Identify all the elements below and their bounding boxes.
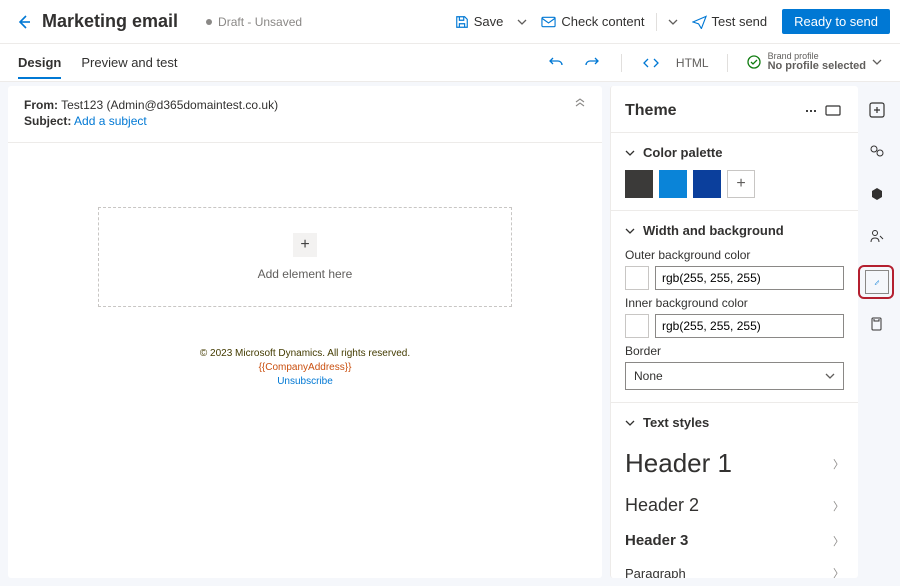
text-styles-label: Text styles xyxy=(643,415,709,430)
page-title: Marketing email xyxy=(42,11,178,32)
send-icon xyxy=(692,15,707,29)
color-swatch-3[interactable] xyxy=(693,170,721,198)
separator xyxy=(727,54,728,72)
panel-more-button[interactable] xyxy=(800,100,822,122)
text-style-paragraph[interactable]: Paragraph 〉 xyxy=(625,557,844,578)
mail-check-icon xyxy=(541,15,556,29)
rail-assets[interactable] xyxy=(865,312,889,336)
rail-personalize[interactable] xyxy=(865,224,889,248)
check-label: Check content xyxy=(561,14,644,29)
plus-icon: + xyxy=(293,233,317,257)
test-label: Test send xyxy=(712,14,768,29)
draft-status: Draft - Unsaved xyxy=(206,15,302,29)
color-swatch-2[interactable] xyxy=(659,170,687,198)
h1-sample: Header 1 xyxy=(625,448,732,479)
separator xyxy=(621,54,622,72)
chevron-down-icon xyxy=(825,371,835,381)
subject-link[interactable]: Add a subject xyxy=(74,114,147,128)
footer-unsubscribe-link[interactable]: Unsubscribe xyxy=(98,375,512,389)
chevron-down-icon xyxy=(872,57,882,67)
chevron-down-icon xyxy=(517,17,527,27)
check-dropdown[interactable] xyxy=(661,13,685,31)
border-label: Border xyxy=(625,344,844,358)
mail-header: From: Test123 (Admin@d365domaintest.co.u… xyxy=(8,86,602,143)
color-swatch-1[interactable] xyxy=(625,170,653,198)
footer-copyright: © 2023 Microsoft Dynamics. All rights re… xyxy=(98,347,512,361)
back-button[interactable] xyxy=(10,14,38,30)
html-toggle[interactable]: HTML xyxy=(676,56,709,70)
panel-screen-button[interactable] xyxy=(822,100,844,122)
status-dot xyxy=(206,19,212,25)
section-text-styles[interactable]: Text styles xyxy=(625,415,844,430)
undo-button[interactable] xyxy=(545,52,567,74)
width-bg-label: Width and background xyxy=(643,223,784,238)
text-style-h3[interactable]: Header 3 〉 xyxy=(625,524,844,557)
section-width-background[interactable]: Width and background xyxy=(625,223,844,238)
text-style-h2[interactable]: Header 2 〉 xyxy=(625,487,844,524)
outer-bg-input[interactable] xyxy=(655,266,844,290)
inner-bg-preview[interactable] xyxy=(625,314,649,338)
add-element-dropzone[interactable]: + Add element here xyxy=(98,207,512,307)
panel-title: Theme xyxy=(625,102,800,120)
save-icon xyxy=(455,15,469,29)
footer-address-token: {{CompanyAddress}} xyxy=(98,361,512,375)
chevron-right-icon: 〉 xyxy=(833,456,844,472)
save-label: Save xyxy=(474,14,504,29)
separator xyxy=(656,13,657,31)
border-value: None xyxy=(634,369,663,383)
chevron-down-icon xyxy=(625,418,635,428)
chevron-right-icon: 〉 xyxy=(833,533,844,549)
border-select[interactable]: None xyxy=(625,362,844,390)
inner-bg-label: Inner background color xyxy=(625,296,844,310)
add-color-button[interactable]: + xyxy=(727,170,755,198)
dropzone-label: Add element here xyxy=(258,267,353,281)
section-color-palette[interactable]: Color palette xyxy=(625,145,844,160)
save-dropdown[interactable] xyxy=(510,13,534,31)
chevron-down-icon xyxy=(625,226,635,236)
text-style-h1[interactable]: Header 1 〉 xyxy=(625,440,844,487)
h2-sample: Header 2 xyxy=(625,495,699,516)
inner-bg-input[interactable] xyxy=(655,314,844,338)
palette-label: Color palette xyxy=(643,145,722,160)
chevron-down-icon xyxy=(625,148,635,158)
brand-profile-picker[interactable]: Brand profile No profile selected xyxy=(746,52,882,73)
subject-label: Subject: xyxy=(24,114,71,128)
save-button[interactable]: Save xyxy=(448,10,511,33)
outer-bg-preview[interactable] xyxy=(625,266,649,290)
ready-to-send-button[interactable]: Ready to send xyxy=(782,9,890,34)
brand-check-icon xyxy=(746,54,762,70)
test-send-button[interactable]: Test send xyxy=(685,10,775,33)
from-value[interactable]: Test123 (Admin@d365domaintest.co.uk) xyxy=(61,98,278,112)
rail-theme[interactable] xyxy=(865,270,889,294)
tab-preview[interactable]: Preview and test xyxy=(81,46,177,79)
rail-settings[interactable] xyxy=(865,182,889,206)
check-content-button[interactable]: Check content xyxy=(534,10,651,33)
chevron-right-icon: 〉 xyxy=(833,565,844,578)
from-label: From: xyxy=(24,98,58,112)
brand-value: No profile selected xyxy=(768,61,866,73)
redo-button[interactable] xyxy=(581,52,603,74)
p-sample: Paragraph xyxy=(625,566,686,579)
collapse-header-button[interactable] xyxy=(574,98,586,130)
rail-add-element[interactable] xyxy=(865,98,889,122)
tab-design[interactable]: Design xyxy=(18,46,61,79)
status-text: Draft - Unsaved xyxy=(218,15,302,29)
html-icon xyxy=(640,52,662,74)
h3-sample: Header 3 xyxy=(625,532,688,549)
rail-sections[interactable] xyxy=(865,140,889,164)
chevron-right-icon: 〉 xyxy=(833,498,844,514)
chevron-down-icon xyxy=(668,17,678,27)
outer-bg-label: Outer background color xyxy=(625,248,844,262)
